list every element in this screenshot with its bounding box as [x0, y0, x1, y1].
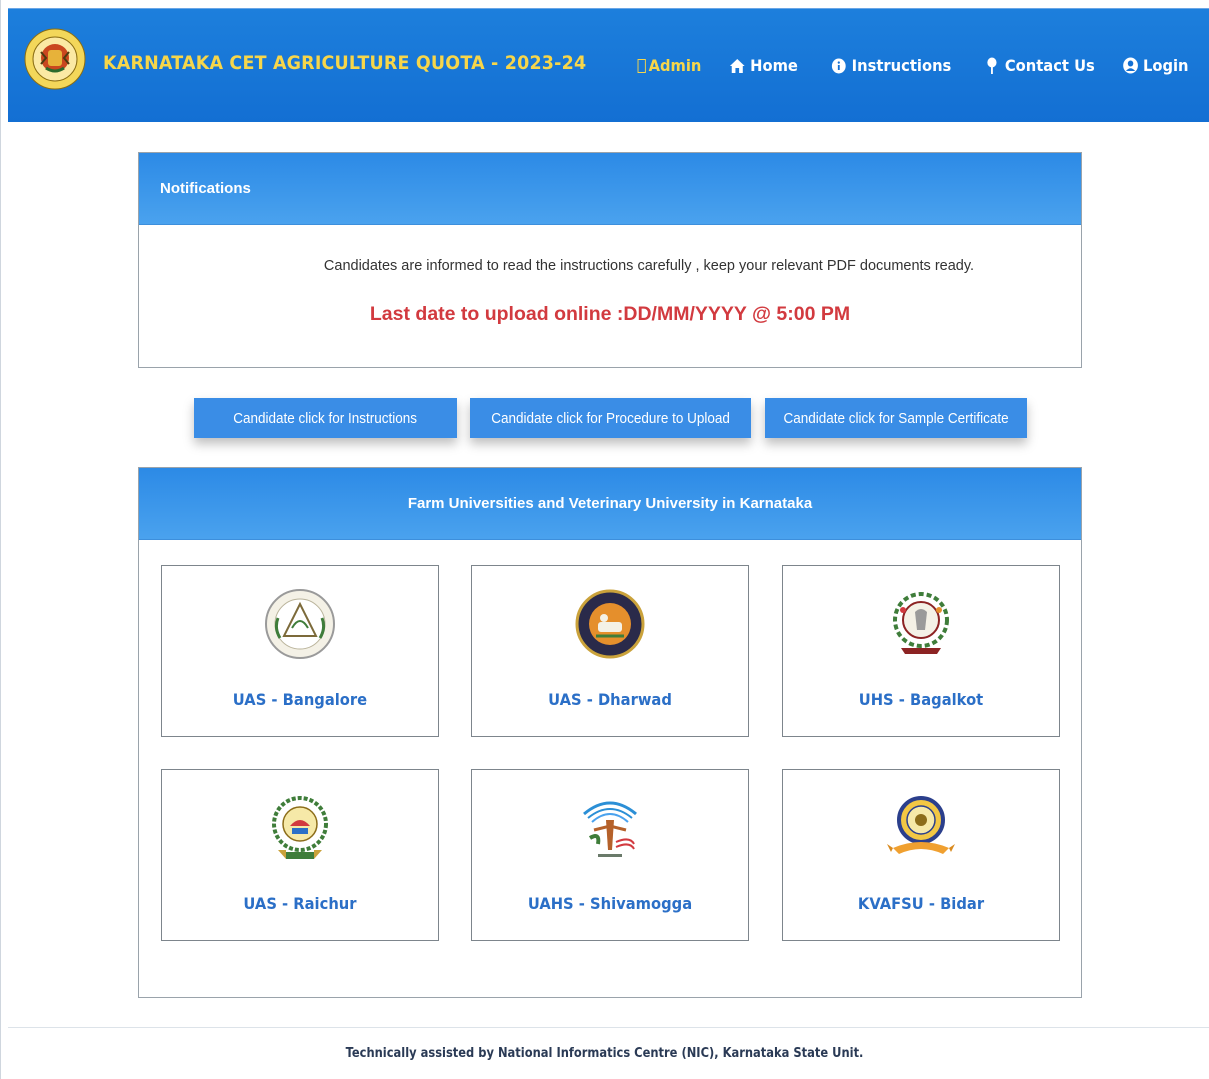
uas-bangalore-logo — [265, 589, 335, 659]
university-card-uas-dharwad[interactable]: UAS - Dharwad — [471, 565, 749, 737]
uhs-bagalkot-logo — [893, 592, 949, 654]
box-icon — [637, 58, 646, 73]
university-card-uhs-bagalkot[interactable]: UHS - Bagalkot — [782, 565, 1060, 737]
universities-heading: Farm Universities and Veterinary Univers… — [139, 468, 1081, 540]
university-name: UAS - Dharwad — [548, 690, 672, 709]
nav-contact-us[interactable]: Contact Us — [983, 56, 1094, 75]
nav-login-label: Login — [1143, 56, 1189, 75]
nav-instructions-label: Instructions — [852, 56, 952, 75]
university-name: UAS - Bangalore — [232, 690, 368, 709]
nav-login[interactable]: Login — [1122, 56, 1189, 75]
university-name: UHS - Bagalkot — [858, 690, 984, 709]
instructions-button-label: Candidate click for Instructions — [233, 409, 418, 427]
uas-raichur-logo — [272, 796, 328, 859]
university-name: UAS - Raichur — [243, 894, 357, 913]
sample-certificate-button-label: Candidate click for Sample Certificate — [783, 409, 1009, 427]
kvafsu-bidar-logo — [887, 796, 955, 854]
page-left-border — [0, 0, 8, 1079]
nav-home-label: Home — [750, 56, 799, 75]
nav-admin-label: Admin — [648, 56, 702, 75]
university-card-uahs-shivamogga[interactable]: UAHS - Shivamogga — [471, 769, 749, 941]
home-icon — [729, 57, 746, 75]
uahs-shivamogga-logo — [583, 801, 637, 857]
site-header: KARNATAKA CET AGRICULTURE QUOTA - 2023-2… — [8, 8, 1209, 122]
instructions-button[interactable]: Candidate click for Instructions — [194, 398, 457, 438]
nav-admin[interactable]: Admin — [637, 56, 702, 75]
footer-credit: Technically assisted by National Informa… — [345, 1045, 864, 1061]
footer-divider — [8, 1027, 1209, 1028]
university-name: KVAFSU - Bidar — [857, 894, 985, 913]
info-icon — [831, 57, 848, 75]
university-name: UAHS - Shivamogga — [527, 894, 693, 913]
top-nav: Admin Home Instructions Contact Us Login — [632, 56, 1189, 75]
university-card-uas-raichur[interactable]: UAS - Raichur — [161, 769, 439, 941]
upload-deadline-text: Last date to upload online :DD/MM/YYYY @… — [369, 303, 851, 325]
nav-home[interactable]: Home — [729, 56, 798, 75]
university-card-uas-bangalore[interactable]: UAS - Bangalore — [161, 565, 439, 737]
sample-certificate-button[interactable]: Candidate click for Sample Certificate — [765, 398, 1027, 438]
nav-instructions[interactable]: Instructions — [831, 56, 952, 75]
map-pin-icon — [983, 57, 1000, 75]
site-title: KARNATAKA CET AGRICULTURE QUOTA - 2023-2… — [103, 52, 587, 74]
procedure-to-upload-button[interactable]: Candidate click for Procedure to Upload — [470, 398, 751, 438]
nav-contact-us-label: Contact Us — [1004, 56, 1095, 75]
universities-panel: Farm Universities and Veterinary Univers… — [138, 467, 1082, 998]
procedure-button-label: Candidate click for Procedure to Upload — [491, 409, 730, 427]
uas-dharwad-logo — [575, 589, 645, 659]
notifications-panel: Notifications Candidates are informed to… — [138, 152, 1082, 368]
university-card-kvafsu-bidar[interactable]: KVAFSU - Bidar — [782, 769, 1060, 941]
notification-message: Candidates are informed to read the inst… — [323, 258, 975, 274]
notifications-heading: Notifications — [139, 153, 1081, 225]
karnataka-emblem-logo[interactable] — [24, 28, 86, 90]
user-circle-icon — [1122, 57, 1139, 75]
